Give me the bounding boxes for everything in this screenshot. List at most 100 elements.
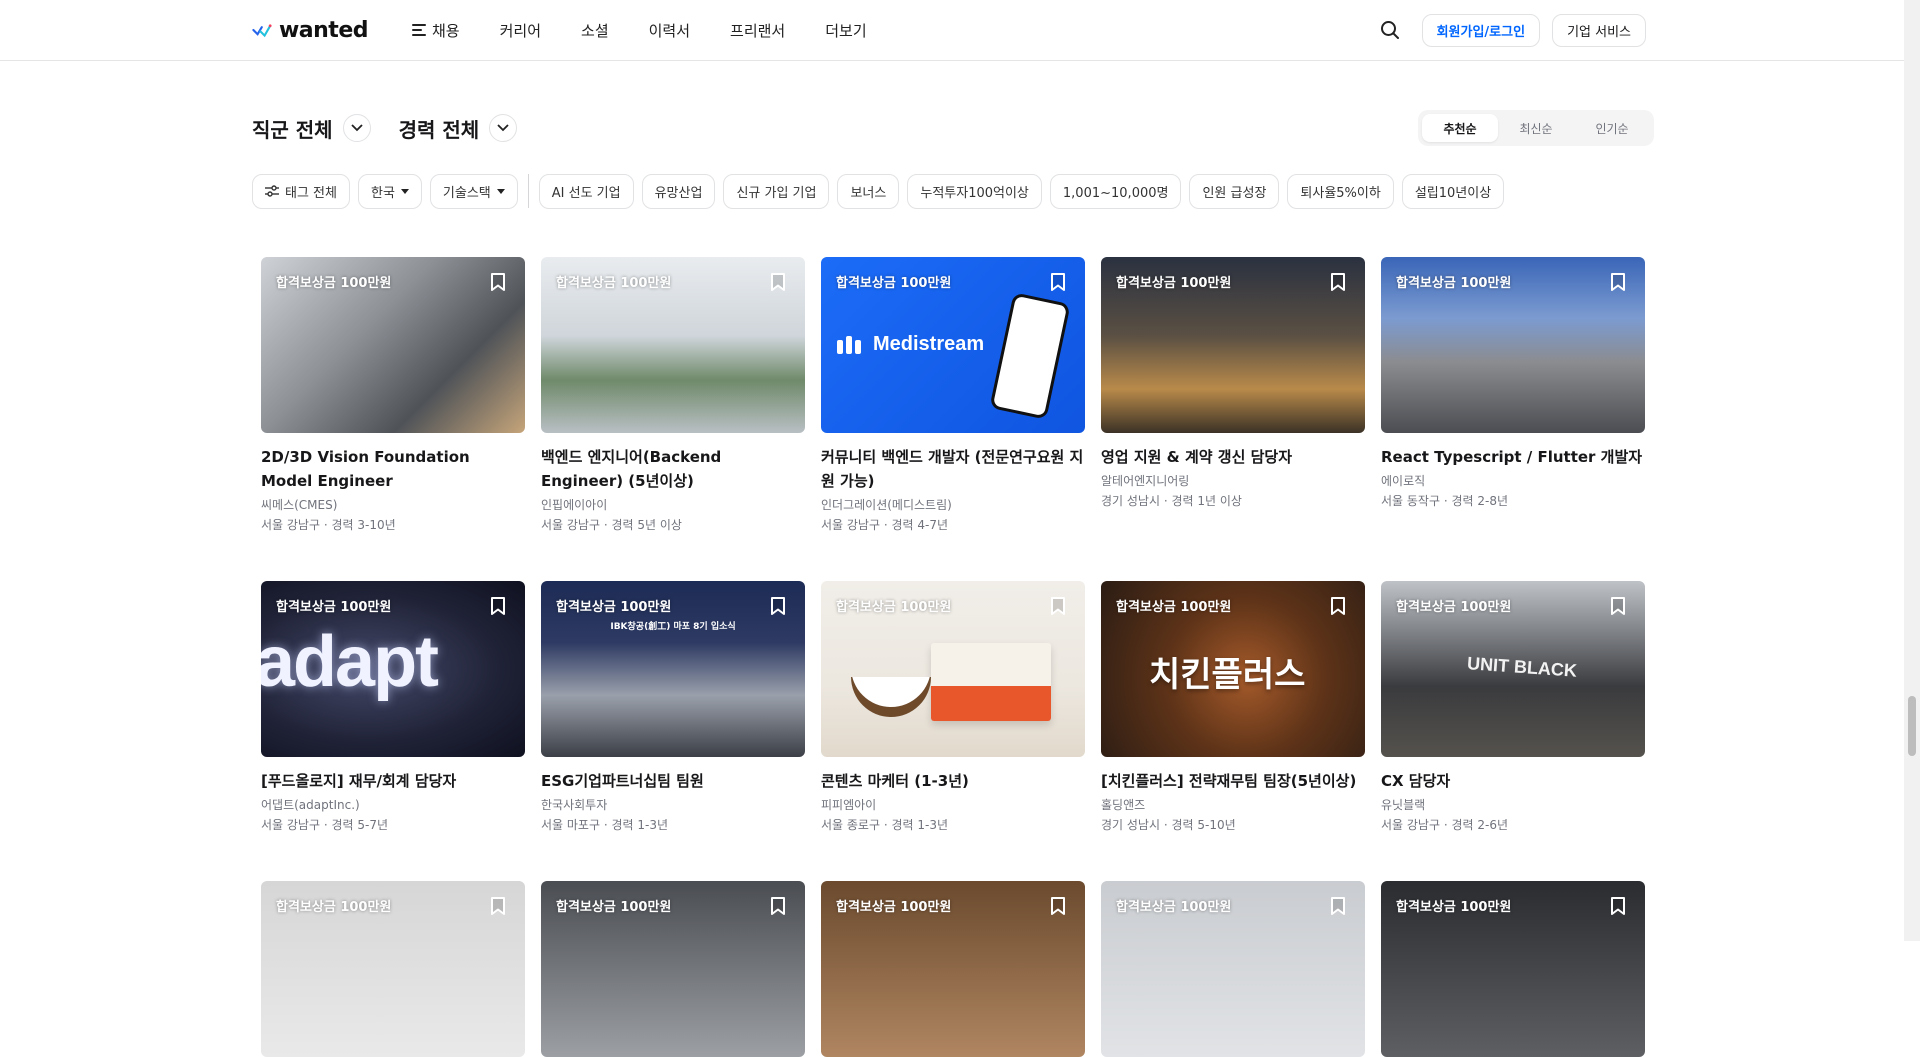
job-title[interactable]: ESG기업파트너십팀 팀원 [541, 769, 805, 793]
reward-badge: 합격보상금 100만원 [276, 900, 392, 915]
job-thumbnail: 합격보상금 100만원 [1101, 257, 1365, 433]
nav-social[interactable]: 소셜 [581, 20, 609, 41]
company-name: 유닛블랙 [1381, 798, 1426, 812]
tags-row: 태그 전체 한국 기술스택 AI 선도 기업 유망산업 신규 가입 기업 보너스… [252, 173, 1505, 209]
bookmark-icon[interactable] [1327, 895, 1349, 917]
job-card[interactable]: 합격보상금 100만원 영업 지원 & 계약 갱신 담당자 알테어엔지니어링 경기 성… [1101, 257, 1365, 511]
bookmark-icon[interactable] [1047, 895, 1069, 917]
scrollbar[interactable] [1904, 0, 1920, 941]
job-thumbnail: UNIT BLACK 합격보상금 100만원 [1381, 581, 1645, 757]
nav-jobs-label: 채용 [432, 21, 460, 40]
tag-chip[interactable]: 누적투자100억이상 [907, 173, 1042, 209]
tag-chip[interactable]: 보너스 [837, 173, 900, 209]
bookmark-icon[interactable] [1607, 895, 1629, 917]
bookmark-icon[interactable] [487, 271, 509, 293]
nav-freelancer[interactable]: 프리랜서 [730, 20, 785, 41]
nav-career[interactable]: 커리어 [500, 20, 541, 41]
nav-more[interactable]: 더보기 [825, 20, 866, 41]
reward-badge: 합격보상금 100만원 [1396, 276, 1512, 291]
reward-badge: 합격보상금 100만원 [1116, 276, 1232, 291]
job-title[interactable]: 영업 지원 & 계약 갱신 담당자 [1101, 445, 1365, 469]
job-location-career: 경기 성남시 · 경력 5-10년 [1101, 818, 1236, 832]
header-inner: wanted 채용 커리어 소셜 이력서 프리랜서 더보기 회원가입/로그인 기… [252, 0, 1646, 60]
nav-jobs[interactable]: 채용 [412, 20, 460, 41]
tag-chip[interactable]: 1,001~10,000명 [1049, 173, 1182, 209]
reward-badge: 합격보상금 100만원 [1116, 900, 1232, 915]
job-card[interactable]: UNIT BLACK 합격보상금 100만원 CX 담당자 유닛블랙 서울 강남구 · … [1381, 581, 1645, 835]
job-category-dropdown[interactable]: 직군 전체 [252, 114, 371, 143]
job-title[interactable]: 커뮤니티 백엔드 개발자 (전문연구요원 지원 가능) [821, 445, 1085, 493]
bookmark-icon[interactable] [1047, 271, 1069, 293]
job-title[interactable]: 2D/3D Vision Foundation Model Engineer [261, 445, 525, 493]
logo[interactable]: wanted [252, 18, 369, 43]
bookmark-icon[interactable] [767, 595, 789, 617]
job-title[interactable]: 콘텐츠 마케터 (1-3년) [821, 769, 1085, 793]
tag-chip[interactable]: AI 선도 기업 [538, 173, 634, 209]
job-card[interactable]: 합격보상금 100만원 [1381, 881, 1645, 1057]
tag-all-label: 태그 전체 [285, 185, 337, 201]
job-location-career: 서울 강남구 · 경력 4-7년 [821, 518, 948, 532]
job-card[interactable]: adapt 합격보상금 100만원 [푸드올로지] 재무/회계 담당자어댑트(ada… [261, 581, 525, 835]
wanted-logo-icon [252, 24, 272, 38]
filter-sliders-icon [265, 185, 279, 197]
job-thumbnail: 합격보상금 100만원 [821, 881, 1085, 1057]
sort-recommended[interactable]: 추천순 [1422, 114, 1498, 142]
job-card[interactable]: 합격보상금 100만원 백엔드 엔지니어(Backend Engineer) (5… [541, 257, 805, 535]
tag-techstack-dropdown[interactable]: 기술스택 [429, 173, 518, 209]
job-thumbnail: adapt 합격보상금 100만원 [261, 581, 525, 757]
bookmark-icon[interactable] [767, 895, 789, 917]
job-card[interactable]: IBK창공(創工) 마포 8기 입소식 합격보상금 100만원 ESG기업파트너십팀… [541, 581, 805, 835]
job-title[interactable]: CX 담당자 [1381, 769, 1645, 793]
tag-chip[interactable]: 인원 급성장 [1189, 173, 1280, 209]
bookmark-icon[interactable] [1607, 595, 1629, 617]
bookmark-icon[interactable] [1327, 595, 1349, 617]
career-dropdown[interactable]: 경력 전체 [399, 114, 518, 143]
tag-chip[interactable]: 설립10년이상 [1401, 173, 1505, 209]
reward-badge: 합격보상금 100만원 [1396, 900, 1512, 915]
job-card[interactable]: 합격보상금 100만원 [1101, 881, 1365, 1057]
tag-all[interactable]: 태그 전체 [252, 173, 350, 209]
sort-latest[interactable]: 최신순 [1498, 114, 1574, 142]
reward-badge: 합격보상금 100만원 [836, 276, 952, 291]
job-card[interactable]: Medistream 합격보상금 100만원커뮤니티 백엔드 개발자 (전문연구요… [821, 257, 1085, 535]
job-title[interactable]: React Typescript / Flutter 개발자 [1381, 445, 1645, 469]
job-category-label: 직군 전체 [252, 117, 333, 142]
job-title[interactable]: [치킨플러스] 전략재무팀 팀장(5년이상) [1101, 769, 1365, 793]
tag-country-dropdown[interactable]: 한국 [357, 173, 422, 209]
bookmark-icon[interactable] [1047, 595, 1069, 617]
tag-chip[interactable]: 신규 가입 기업 [723, 173, 830, 209]
top-header: wanted 채용 커리어 소셜 이력서 프리랜서 더보기 회원가입/로그인 기… [0, 0, 1904, 61]
signup-login-button[interactable]: 회원가입/로그인 [1421, 13, 1541, 47]
bookmark-icon[interactable] [767, 271, 789, 293]
job-thumbnail: Medistream 합격보상금 100만원 [821, 257, 1085, 433]
job-thumbnail: 합격보상금 100만원 [261, 881, 525, 1057]
job-card[interactable]: 합격보상금 100만원 콘텐츠 마케터 (1-3년) 피피엠아이 서울 종로구 · 경… [821, 581, 1085, 835]
job-card[interactable]: 합격보상금 100만원 [821, 881, 1085, 1057]
company-name: 어댑트(adaptInc.) [261, 798, 360, 812]
main-nav: 채용 커리어 소셜 이력서 프리랜서 더보기 [412, 20, 907, 41]
reward-badge: 합격보상금 100만원 [836, 900, 952, 915]
job-title[interactable]: 백엔드 엔지니어(Backend Engineer) (5년이상) [541, 445, 805, 493]
job-card[interactable]: 합격보상금 100만원 React Typescript / Flutter 개발… [1381, 257, 1645, 511]
tag-chip[interactable]: 퇴사율5%이하 [1287, 173, 1394, 209]
job-card[interactable]: 합격보상금 100만원 2D/3D Vision Foundation Model… [261, 257, 525, 535]
job-card[interactable]: 합격보상금 100만원 [261, 881, 525, 1057]
company-name: 에이로직 [1381, 474, 1426, 488]
job-thumbnail: 합격보상금 100만원 [541, 881, 805, 1057]
bookmark-icon[interactable] [1327, 271, 1349, 293]
bookmark-icon[interactable] [487, 895, 509, 917]
bookmark-icon[interactable] [1607, 271, 1629, 293]
bookmark-icon[interactable] [487, 595, 509, 617]
chevron-down-icon [342, 114, 371, 142]
job-card[interactable]: 치킨플러스 합격보상금 100만원 [치킨플러스] 전략재무팀 팀장(5년이상) 홀딩… [1101, 581, 1365, 835]
sort-popular[interactable]: 인기순 [1574, 114, 1650, 142]
tag-chip[interactable]: 유망산업 [641, 173, 716, 209]
job-thumbnail: 합격보상금 100만원 [261, 257, 525, 433]
scrollbar-thumb[interactable] [1908, 696, 1916, 756]
job-card[interactable]: 합격보상금 100만원 [541, 881, 805, 1057]
job-thumbnail: 합격보상금 100만원 [1381, 257, 1645, 433]
nav-resume[interactable]: 이력서 [649, 20, 690, 41]
job-title[interactable]: [푸드올로지] 재무/회계 담당자 [261, 769, 525, 793]
search-button[interactable] [1370, 10, 1410, 50]
business-service-button[interactable]: 기업 서비스 [1552, 13, 1646, 47]
